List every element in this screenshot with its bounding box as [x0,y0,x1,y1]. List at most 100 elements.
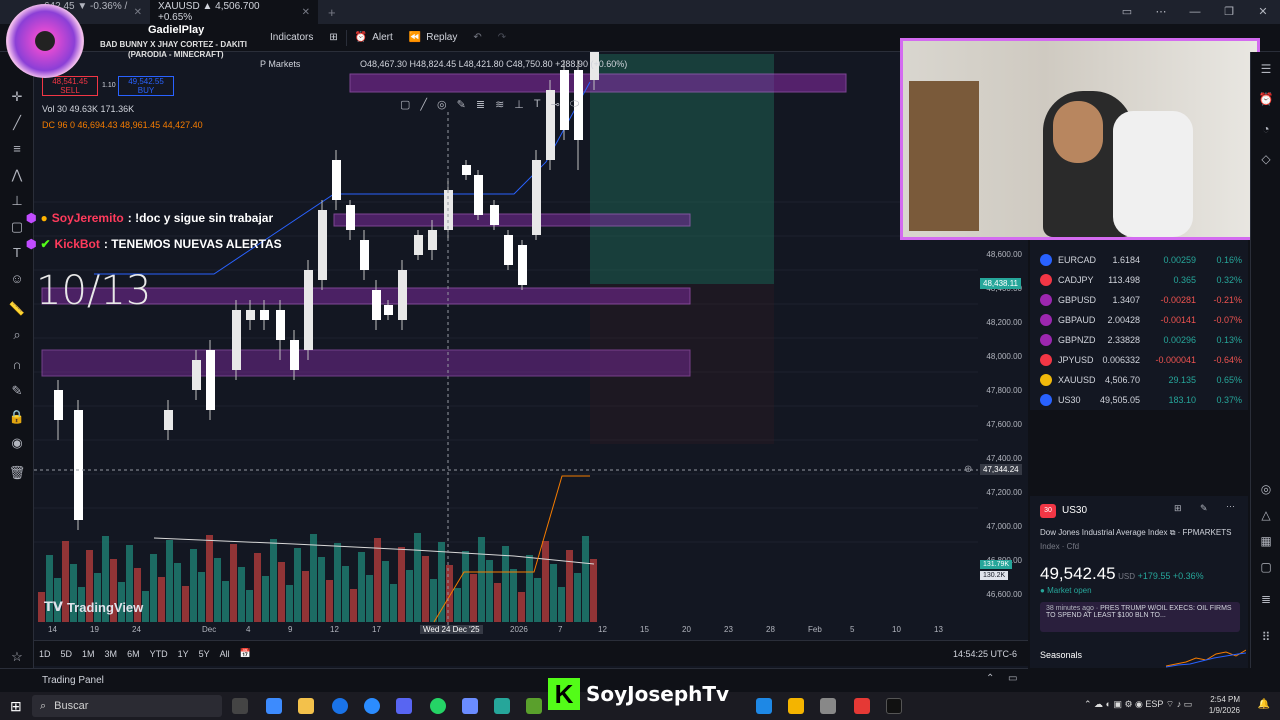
copilot-icon[interactable] [266,698,282,714]
watchlist-row[interactable]: GBPNZD 2.33828 0.00296 0.13% [1030,330,1248,350]
external-link-icon[interactable]: ⧉ · [1170,528,1183,537]
apps-icon[interactable]: ⠿ [1258,630,1274,646]
range-button-3m[interactable]: 3M [100,649,123,659]
keyboard-language[interactable]: ESP [1145,699,1163,709]
watchlist-row[interactable]: GBPUSD 1.3407 -0.00281 -0.21% [1030,290,1248,310]
notes-icon[interactable]: ≣ [1258,592,1274,608]
chrome-icon[interactable] [332,698,348,714]
replay-button[interactable]: ⏪ Replay [401,32,466,43]
range-button-1y[interactable]: 1Y [173,649,194,659]
range-button-5d[interactable]: 5D [56,649,78,659]
app-icon[interactable] [854,698,870,714]
calendar-icon[interactable]: 📅 [235,648,256,659]
trading-panel-tab[interactable]: Trading Panel [42,675,104,686]
notifications-icon[interactable]: 🔔 [1258,699,1270,710]
grid-icon[interactable]: ⊞ [1174,503,1182,514]
watchlist-row[interactable]: GBPAUD 2.00428 -0.00141 -0.07% [1030,310,1248,330]
whatsapp-icon[interactable] [430,698,446,714]
zone-rectangle[interactable] [41,349,691,377]
zone-rectangle[interactable] [333,213,691,227]
redo-icon[interactable]: ↷ [490,32,514,43]
ruler-icon[interactable]: 📏 [8,300,26,318]
undo-icon[interactable]: ↶ [465,32,489,43]
add-alert-icon[interactable]: ⊕ [964,464,972,475]
taskbar-search[interactable]: ⌕ Buscar [32,695,222,717]
range-button-all[interactable]: All [215,649,235,659]
range-button-1d[interactable]: 1D [34,649,56,659]
range-button-1m[interactable]: 1M [77,649,100,659]
tradingview-taskbar-icon[interactable] [886,698,902,714]
eye-icon[interactable]: ◉ [8,434,26,452]
target-icon[interactable]: ◎ [437,98,447,111]
file-explorer-icon[interactable] [298,698,314,714]
seasonals-heading[interactable]: Seasonals [1040,650,1082,660]
target-icon[interactable]: ◎ [1258,482,1274,498]
app-icon[interactable] [462,698,478,714]
templates-icon[interactable]: ⊞ [321,32,345,43]
range-button-6m[interactable]: 6M [122,649,145,659]
alert-button[interactable]: ⏰ Alert [347,32,401,43]
watchlist-row[interactable]: EURCAD 1.6184 0.00259 0.16% [1030,250,1248,270]
emoji-icon[interactable]: ☺ [8,270,26,288]
range-button-5y[interactable]: 5Y [194,649,215,659]
text-icon[interactable]: T [534,98,541,110]
fib-icon[interactable]: ≣ [476,98,485,111]
time-axis[interactable]: 14 19 24 Dec 4 9 12 17 Wed 24 Dec '25 2026 7 12 15 20… [34,622,1028,638]
new-tab-icon[interactable]: + [318,5,346,20]
range-button-ytd[interactable]: YTD [145,649,173,659]
favorites-icon[interactable]: ☆ [8,648,26,666]
hotlist-icon[interactable]: ◔ [1258,122,1274,138]
task-view-icon[interactable] [232,698,248,714]
taskbar-clock[interactable]: 2:54 PM 1/9/2026 [1209,694,1240,716]
magnet-icon[interactable]: ∩ [8,356,26,374]
measure-icon[interactable]: ⊥ [8,192,26,210]
maximize-icon[interactable]: ▭ [1008,673,1017,684]
ideas-icon[interactable]: △ [1258,508,1274,524]
vscode-icon[interactable] [756,698,772,714]
pattern-icon[interactable]: ⋀ [8,166,26,184]
app-icon[interactable] [494,698,510,714]
layout-icon[interactable]: ▭ [1110,0,1144,24]
watchlist-icon[interactable]: ☰ [1258,62,1274,78]
alerts-icon[interactable]: ⏰ [1258,92,1274,108]
edit-icon[interactable]: ✎ [1200,503,1208,514]
collapse-icon[interactable]: ⌃ [986,673,994,684]
shapes-icon[interactable]: ▢ [8,218,26,236]
news-card[interactable]: 38 minutes ago · PRES TRUMP W/OIL EXECS:… [1040,602,1240,632]
app-icon[interactable] [788,698,804,714]
trash-icon[interactable]: 🗑 [8,464,26,482]
discord-icon[interactable] [396,698,412,714]
price-chart[interactable] [34,52,1028,668]
more-icon[interactable]: ⋯ [1226,501,1235,512]
detail-symbol[interactable]: US30 [1062,505,1087,516]
watchlist-row[interactable]: JPYUSD 0.006332 -0.000041 -0.64% [1030,350,1248,370]
layers-icon[interactable]: ◇ [1258,152,1274,168]
trendline-icon[interactable]: ╱ [8,114,26,132]
channel-icon[interactable]: ≋ [495,98,504,111]
minecraft-icon[interactable] [526,698,542,714]
watchlist-row[interactable]: XAUUSD 4,506.70 29.135 0.65% [1030,370,1248,390]
rectangle-icon[interactable]: ▢ [400,98,410,111]
minimize-icon[interactable]: — [1178,0,1212,24]
close-icon[interactable]: ✕ [302,7,310,18]
watchlist-row[interactable]: US30 49,505.05 183.10 0.37% [1030,390,1248,410]
lock-icon[interactable]: 🔒 [8,408,26,426]
line-icon[interactable]: ╱ [420,98,427,111]
chat-icon[interactable]: ▢ [1258,560,1274,576]
watchlist-row[interactable]: CADJPY 113.498 0.365 0.32% [1030,270,1248,290]
lock-drawing-icon[interactable]: ✎ [8,382,26,400]
app-icon[interactable] [820,698,836,714]
more-icon[interactable]: ⋯ [1144,0,1178,24]
ellipse-icon[interactable]: ⬭ [570,98,579,111]
close-window-icon[interactable]: ✕ [1246,0,1280,24]
fib-icon[interactable]: ≡ [8,140,26,158]
chrome-profile-icon[interactable] [364,698,380,714]
brush-icon[interactable]: ✎ [457,98,466,111]
calendar-icon[interactable]: ▦ [1258,534,1274,550]
measure-icon[interactable]: ⊥ [514,98,524,111]
chart-pane[interactable]: ▢ ╱ ◎ ✎ ≣ ≋ ⊥ T ⊸ ⬭ P Markets O48,467.30… [34,52,1028,668]
ray-icon[interactable]: ⊸ [551,98,560,111]
zoom-icon[interactable]: ⌕ [8,326,26,344]
indicators-button[interactable]: Indicators [262,32,321,43]
text-icon[interactable]: T [8,244,26,262]
